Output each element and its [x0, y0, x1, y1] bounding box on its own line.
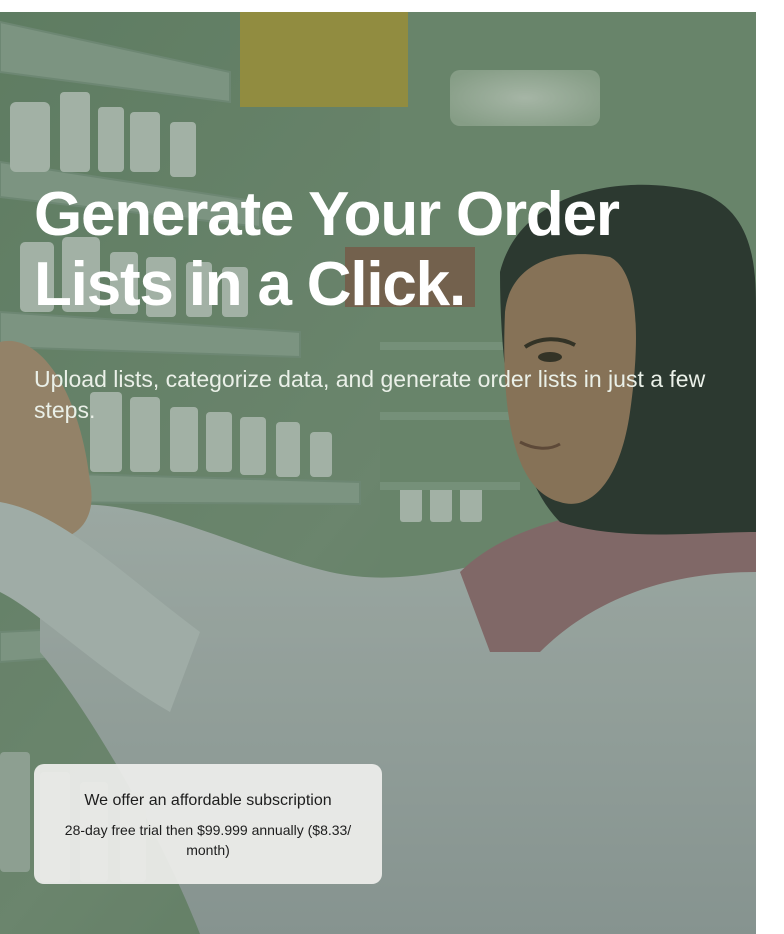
- hero-subtitle: Upload lists, categorize data, and gener…: [34, 366, 706, 423]
- hero-section: Generate Your Order Lists in a Click. Up…: [0, 12, 756, 934]
- subscription-card: We offer an affordable subscription 28-d…: [34, 764, 382, 884]
- subscription-card-title: We offer an affordable subscription: [84, 792, 332, 809]
- subscription-card-body: 28-day free trial then $99.999 annually …: [64, 822, 352, 858]
- hero-headline: Generate Your Order Lists in a Click.: [34, 180, 620, 319]
